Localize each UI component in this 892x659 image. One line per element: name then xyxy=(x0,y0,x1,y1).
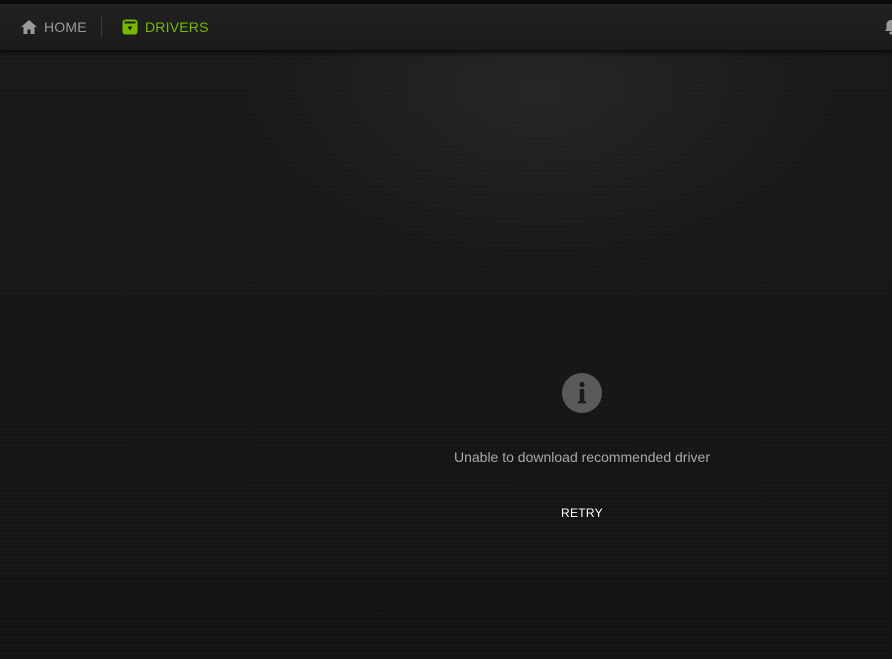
background-texture xyxy=(0,51,892,659)
drivers-content-panel: Unable to download recommended driver RE… xyxy=(0,51,892,659)
retry-button[interactable]: RETRY xyxy=(542,501,622,525)
top-navigation-bar: HOME DRIVERS xyxy=(0,4,892,51)
info-icon xyxy=(562,373,602,413)
nav-divider xyxy=(101,16,102,38)
tab-home-label: HOME xyxy=(44,19,87,35)
app-window: HOME DRIVERS Unable to download recommen… xyxy=(0,0,892,659)
tab-drivers-label: DRIVERS xyxy=(145,19,209,35)
tab-home[interactable]: HOME xyxy=(20,4,87,50)
home-icon xyxy=(21,20,37,34)
driver-download-icon xyxy=(122,19,138,35)
tab-drivers[interactable]: DRIVERS xyxy=(122,4,209,50)
bell-icon[interactable] xyxy=(884,19,892,35)
error-message: Unable to download recommended driver xyxy=(453,449,711,465)
